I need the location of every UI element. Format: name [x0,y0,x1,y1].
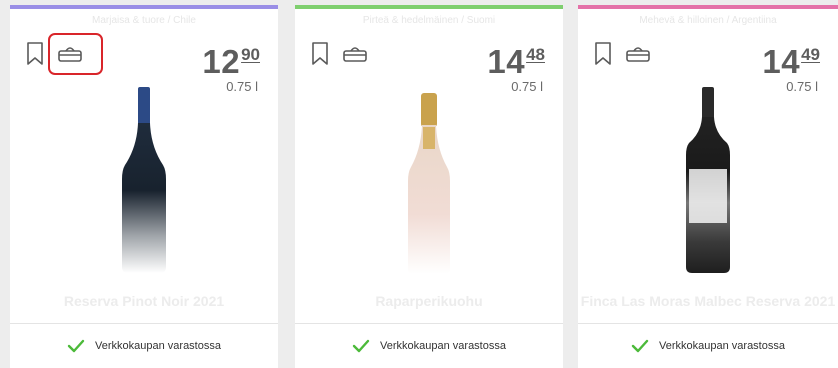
product-name[interactable]: Finca Las Moras Malbec Reserva 2021 [578,291,838,311]
product-name[interactable]: Reserva Pinot Noir 2021 [10,291,278,311]
product-image[interactable] [119,87,169,275]
product-image[interactable] [683,87,733,275]
category-color-bar [578,5,838,9]
category-color-bar [295,5,563,9]
price-euros: 14 [762,43,801,80]
checkmark-icon [631,339,649,353]
price-cents: 48 [526,45,545,64]
category-color-bar [10,5,278,9]
bookmark-icon[interactable] [592,41,614,67]
stock-status: Verkkokaupan varastossa [295,323,563,368]
price: 1290 [202,43,260,81]
product-card[interactable]: Pirteä & hedelmäinen / Suomi 1448 0.75 l… [295,5,563,368]
price-euros: 12 [202,43,241,80]
shopping-basket-icon[interactable] [624,41,652,67]
price-cents: 49 [801,45,820,64]
shopping-basket-icon[interactable] [341,41,369,67]
stock-status: Verkkokaupan varastossa [578,323,838,368]
price-cents: 90 [241,45,260,64]
bookmark-icon[interactable] [24,41,46,67]
product-image[interactable] [404,87,454,275]
checkmark-icon [352,339,370,353]
product-card[interactable]: Marjaisa & tuore / Chile 1290 0.75 l Res… [10,5,278,368]
volume: 0.75 l [226,79,258,94]
volume: 0.75 l [786,79,818,94]
stock-label: Verkkokaupan varastossa [659,340,785,352]
product-category: Mehevä & hilloinen / Argentiina [639,15,777,26]
stock-label: Verkkokaupan varastossa [95,340,221,352]
product-name[interactable]: Raparperikuohu [295,291,563,311]
volume: 0.75 l [511,79,543,94]
basket-highlight-box [48,33,103,75]
product-grid: Marjaisa & tuore / Chile 1290 0.75 l Res… [0,0,838,368]
stock-status: Verkkokaupan varastossa [10,323,278,368]
product-card[interactable]: Mehevä & hilloinen / Argentiina 1449 0.7… [578,5,838,368]
price: 1449 [762,43,820,81]
checkmark-icon [67,339,85,353]
product-category: Marjaisa & tuore / Chile [92,15,196,26]
price: 1448 [487,43,545,81]
product-category: Pirteä & hedelmäinen / Suomi [362,15,496,26]
price-euros: 14 [487,43,526,80]
bookmark-icon[interactable] [309,41,331,67]
stock-label: Verkkokaupan varastossa [380,340,506,352]
